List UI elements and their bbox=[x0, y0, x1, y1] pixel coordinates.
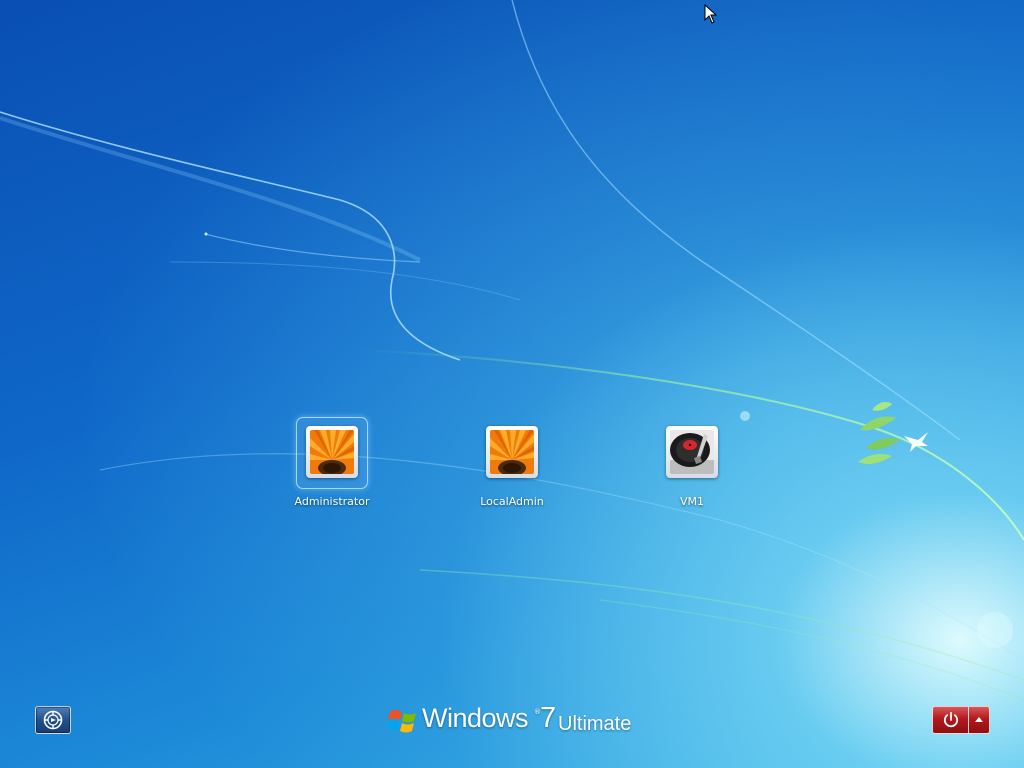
orange-flower-picture bbox=[490, 430, 534, 474]
windows-version: 7 bbox=[540, 702, 557, 734]
shut-down-button-group bbox=[932, 706, 990, 734]
shut-down-button[interactable] bbox=[932, 706, 969, 734]
windows-flag-icon bbox=[388, 710, 416, 733]
windows-edition: Ultimate bbox=[558, 713, 632, 735]
user-picture-frame bbox=[477, 418, 547, 488]
user-list: Administrator LocalAdmin VM1 bbox=[0, 0, 1024, 768]
windows-wordmark: Windows bbox=[422, 703, 529, 733]
user-picture-frame bbox=[297, 418, 367, 488]
orange-flower-picture bbox=[310, 430, 354, 474]
ease-of-access-button[interactable] bbox=[35, 706, 71, 734]
turntable-picture bbox=[670, 430, 714, 474]
user-tile-administrator[interactable]: Administrator bbox=[272, 418, 392, 518]
user-tile-localadmin[interactable]: LocalAdmin bbox=[452, 418, 572, 518]
user-name-label: Administrator bbox=[294, 495, 370, 508]
user-picture-frame bbox=[657, 418, 727, 488]
user-name-label: LocalAdmin bbox=[480, 495, 544, 508]
ease-of-access-icon bbox=[43, 710, 63, 730]
user-name-label: VM1 bbox=[679, 495, 704, 508]
windows-7-ultimate-logo: Windows ® 7 Ultimate bbox=[388, 702, 648, 743]
chevron-up-icon bbox=[975, 717, 984, 722]
power-icon bbox=[943, 711, 959, 728]
user-tile-vm1[interactable]: VM1 bbox=[632, 418, 752, 518]
shut-down-options-button[interactable] bbox=[968, 706, 990, 734]
